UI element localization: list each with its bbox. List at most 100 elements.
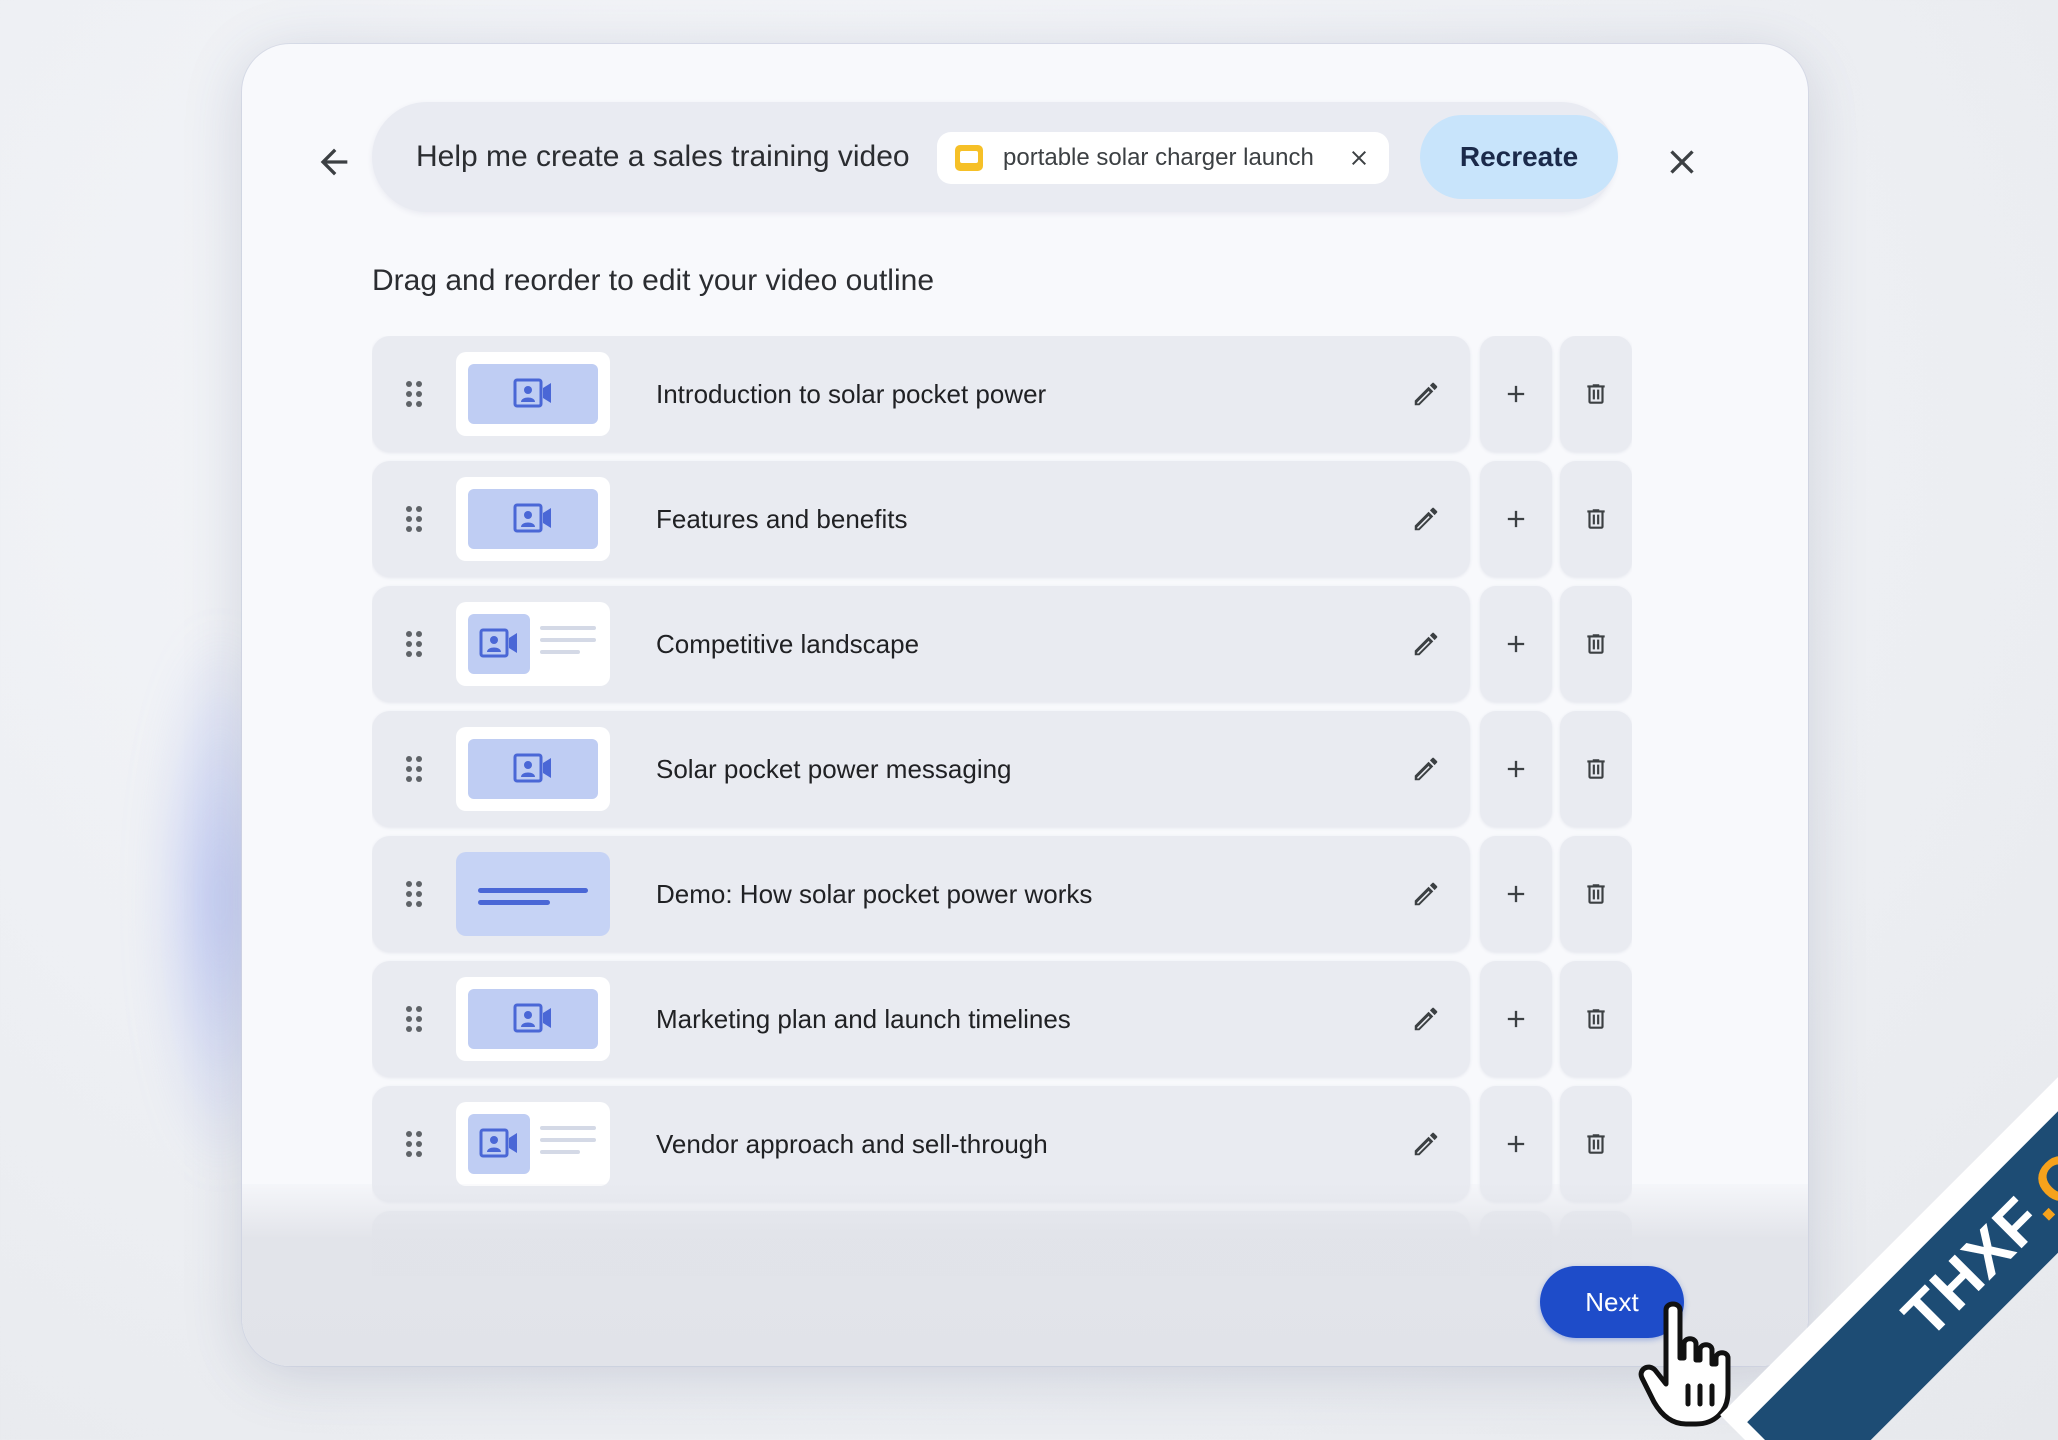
close-icon xyxy=(1670,150,1694,174)
outline-row-card[interactable]: Marketing plan and launch timelines xyxy=(372,961,1470,1077)
outline-row[interactable]: Demo: How solar pocket power works xyxy=(372,836,1632,952)
edit-scene-button[interactable] xyxy=(1404,872,1448,916)
edit-scene-button[interactable] xyxy=(1404,997,1448,1041)
outline-row-card[interactable]: Solar pocket power messaging xyxy=(372,711,1470,827)
presenter-frame xyxy=(468,614,530,674)
pencil-icon xyxy=(1414,632,1438,656)
add-scene-button[interactable] xyxy=(1480,711,1552,827)
recreate-button[interactable]: Recreate xyxy=(1420,115,1618,199)
pencil-icon xyxy=(1414,757,1438,781)
scene-thumbnail xyxy=(456,352,610,436)
add-scene-button[interactable] xyxy=(1480,836,1552,952)
slide-subtitle-line xyxy=(478,900,550,905)
outline-row-title: Marketing plan and launch timelines xyxy=(656,1004,1071,1034)
plus-icon xyxy=(1507,1135,1525,1153)
plus-icon xyxy=(1507,885,1525,903)
drag-handle-icon xyxy=(406,506,422,532)
add-scene-button[interactable] xyxy=(1480,336,1552,452)
plus-icon xyxy=(1507,760,1525,778)
presenter-frame xyxy=(468,739,598,799)
scene-thumbnail xyxy=(456,1102,610,1186)
prompt-text[interactable]: Help me create a sales training video xyxy=(416,102,910,212)
plus-icon xyxy=(1507,635,1525,653)
drag-handle-icon xyxy=(406,756,422,782)
delete-scene-button[interactable] xyxy=(1560,336,1632,452)
drag-handle[interactable] xyxy=(394,624,434,664)
outline-row-title: Competitive landscape xyxy=(656,629,920,659)
plus-icon xyxy=(1507,385,1525,403)
video-presenter-icon xyxy=(479,628,517,658)
drag-handle-icon xyxy=(406,1131,422,1157)
presenter-frame xyxy=(468,989,598,1049)
close-icon xyxy=(1352,151,1366,165)
outline-row[interactable]: Solar pocket power messaging xyxy=(372,711,1632,827)
source-file-chip[interactable]: portable solar charger launch xyxy=(937,132,1389,184)
pencil-icon xyxy=(1414,1132,1438,1156)
outline-row[interactable]: Features and benefits xyxy=(372,461,1632,577)
slide-title-line xyxy=(478,888,588,893)
drag-handle[interactable] xyxy=(394,874,434,914)
text-placeholder-lines xyxy=(540,626,596,662)
outline-row[interactable]: Competitive landscape xyxy=(372,586,1632,702)
pencil-icon xyxy=(1414,1007,1438,1031)
scene-thumbnail xyxy=(456,727,610,811)
trash-icon xyxy=(1587,384,1605,404)
edit-scene-button[interactable] xyxy=(1404,497,1448,541)
outline-row-title: Demo: How solar pocket power works xyxy=(656,879,1093,909)
drag-handle[interactable] xyxy=(394,749,434,789)
video-outline-dialog: Help me create a sales training video po… xyxy=(242,44,1808,1366)
close-dialog-button[interactable] xyxy=(1650,130,1714,194)
video-presenter-icon xyxy=(513,503,551,533)
delete-scene-button[interactable] xyxy=(1560,836,1632,952)
trash-icon xyxy=(1587,884,1605,904)
pencil-icon xyxy=(1414,382,1438,406)
outline-row[interactable]: Marketing plan and launch timelines xyxy=(372,961,1632,1077)
trash-icon xyxy=(1587,509,1605,529)
prompt-bar[interactable]: Help me create a sales training video po… xyxy=(372,102,1618,212)
video-presenter-icon xyxy=(513,378,551,408)
slides-file-icon xyxy=(955,145,983,171)
outline-list: Introduction to solar pocket power Featur… xyxy=(372,336,1632,1276)
chip-remove-button[interactable] xyxy=(1343,142,1375,174)
pencil-icon xyxy=(1414,507,1438,531)
outline-row-card[interactable]: Demo: How solar pocket power works xyxy=(372,836,1470,952)
outline-heading: Drag and reorder to edit your video outl… xyxy=(372,264,935,297)
plus-icon xyxy=(1507,1010,1525,1028)
drag-handle-icon xyxy=(406,381,422,407)
edit-scene-button[interactable] xyxy=(1404,372,1448,416)
back-button[interactable] xyxy=(302,130,366,194)
add-scene-button[interactable] xyxy=(1480,461,1552,577)
edit-scene-button[interactable] xyxy=(1404,747,1448,791)
drag-handle-icon xyxy=(406,631,422,657)
drag-handle[interactable] xyxy=(394,499,434,539)
drag-handle[interactable] xyxy=(394,1124,434,1164)
delete-scene-button[interactable] xyxy=(1560,461,1632,577)
outline-row-card[interactable]: Features and benefits xyxy=(372,461,1470,577)
presenter-frame xyxy=(468,364,598,424)
delete-scene-button[interactable] xyxy=(1560,961,1632,1077)
edit-scene-button[interactable] xyxy=(1404,1122,1448,1166)
text-placeholder-lines xyxy=(540,1126,596,1162)
scene-thumbnail xyxy=(456,977,610,1061)
outline-row-title: Solar pocket power messaging xyxy=(656,754,1012,784)
chip-label: portable solar charger launch xyxy=(1003,144,1314,171)
trash-icon xyxy=(1587,634,1605,654)
trash-icon xyxy=(1587,1134,1605,1154)
drag-handle-icon xyxy=(406,1006,422,1032)
scene-thumbnail xyxy=(456,477,610,561)
delete-scene-button[interactable] xyxy=(1560,711,1632,827)
outline-row[interactable]: Introduction to solar pocket power xyxy=(372,336,1632,452)
edit-scene-button[interactable] xyxy=(1404,622,1448,666)
delete-scene-button[interactable] xyxy=(1560,586,1632,702)
drag-handle-icon xyxy=(406,881,422,907)
add-scene-button[interactable] xyxy=(1480,586,1552,702)
outline-row-title: Introduction to solar pocket power xyxy=(656,379,1047,409)
outline-row-card[interactable]: Introduction to solar pocket power xyxy=(372,336,1470,452)
pencil-icon xyxy=(1414,882,1438,906)
drag-handle[interactable] xyxy=(394,374,434,414)
drag-handle[interactable] xyxy=(394,999,434,1039)
outline-row-card[interactable]: Competitive landscape xyxy=(372,586,1470,702)
add-scene-button[interactable] xyxy=(1480,961,1552,1077)
video-presenter-icon xyxy=(513,753,551,783)
scene-thumbnail xyxy=(456,852,610,936)
